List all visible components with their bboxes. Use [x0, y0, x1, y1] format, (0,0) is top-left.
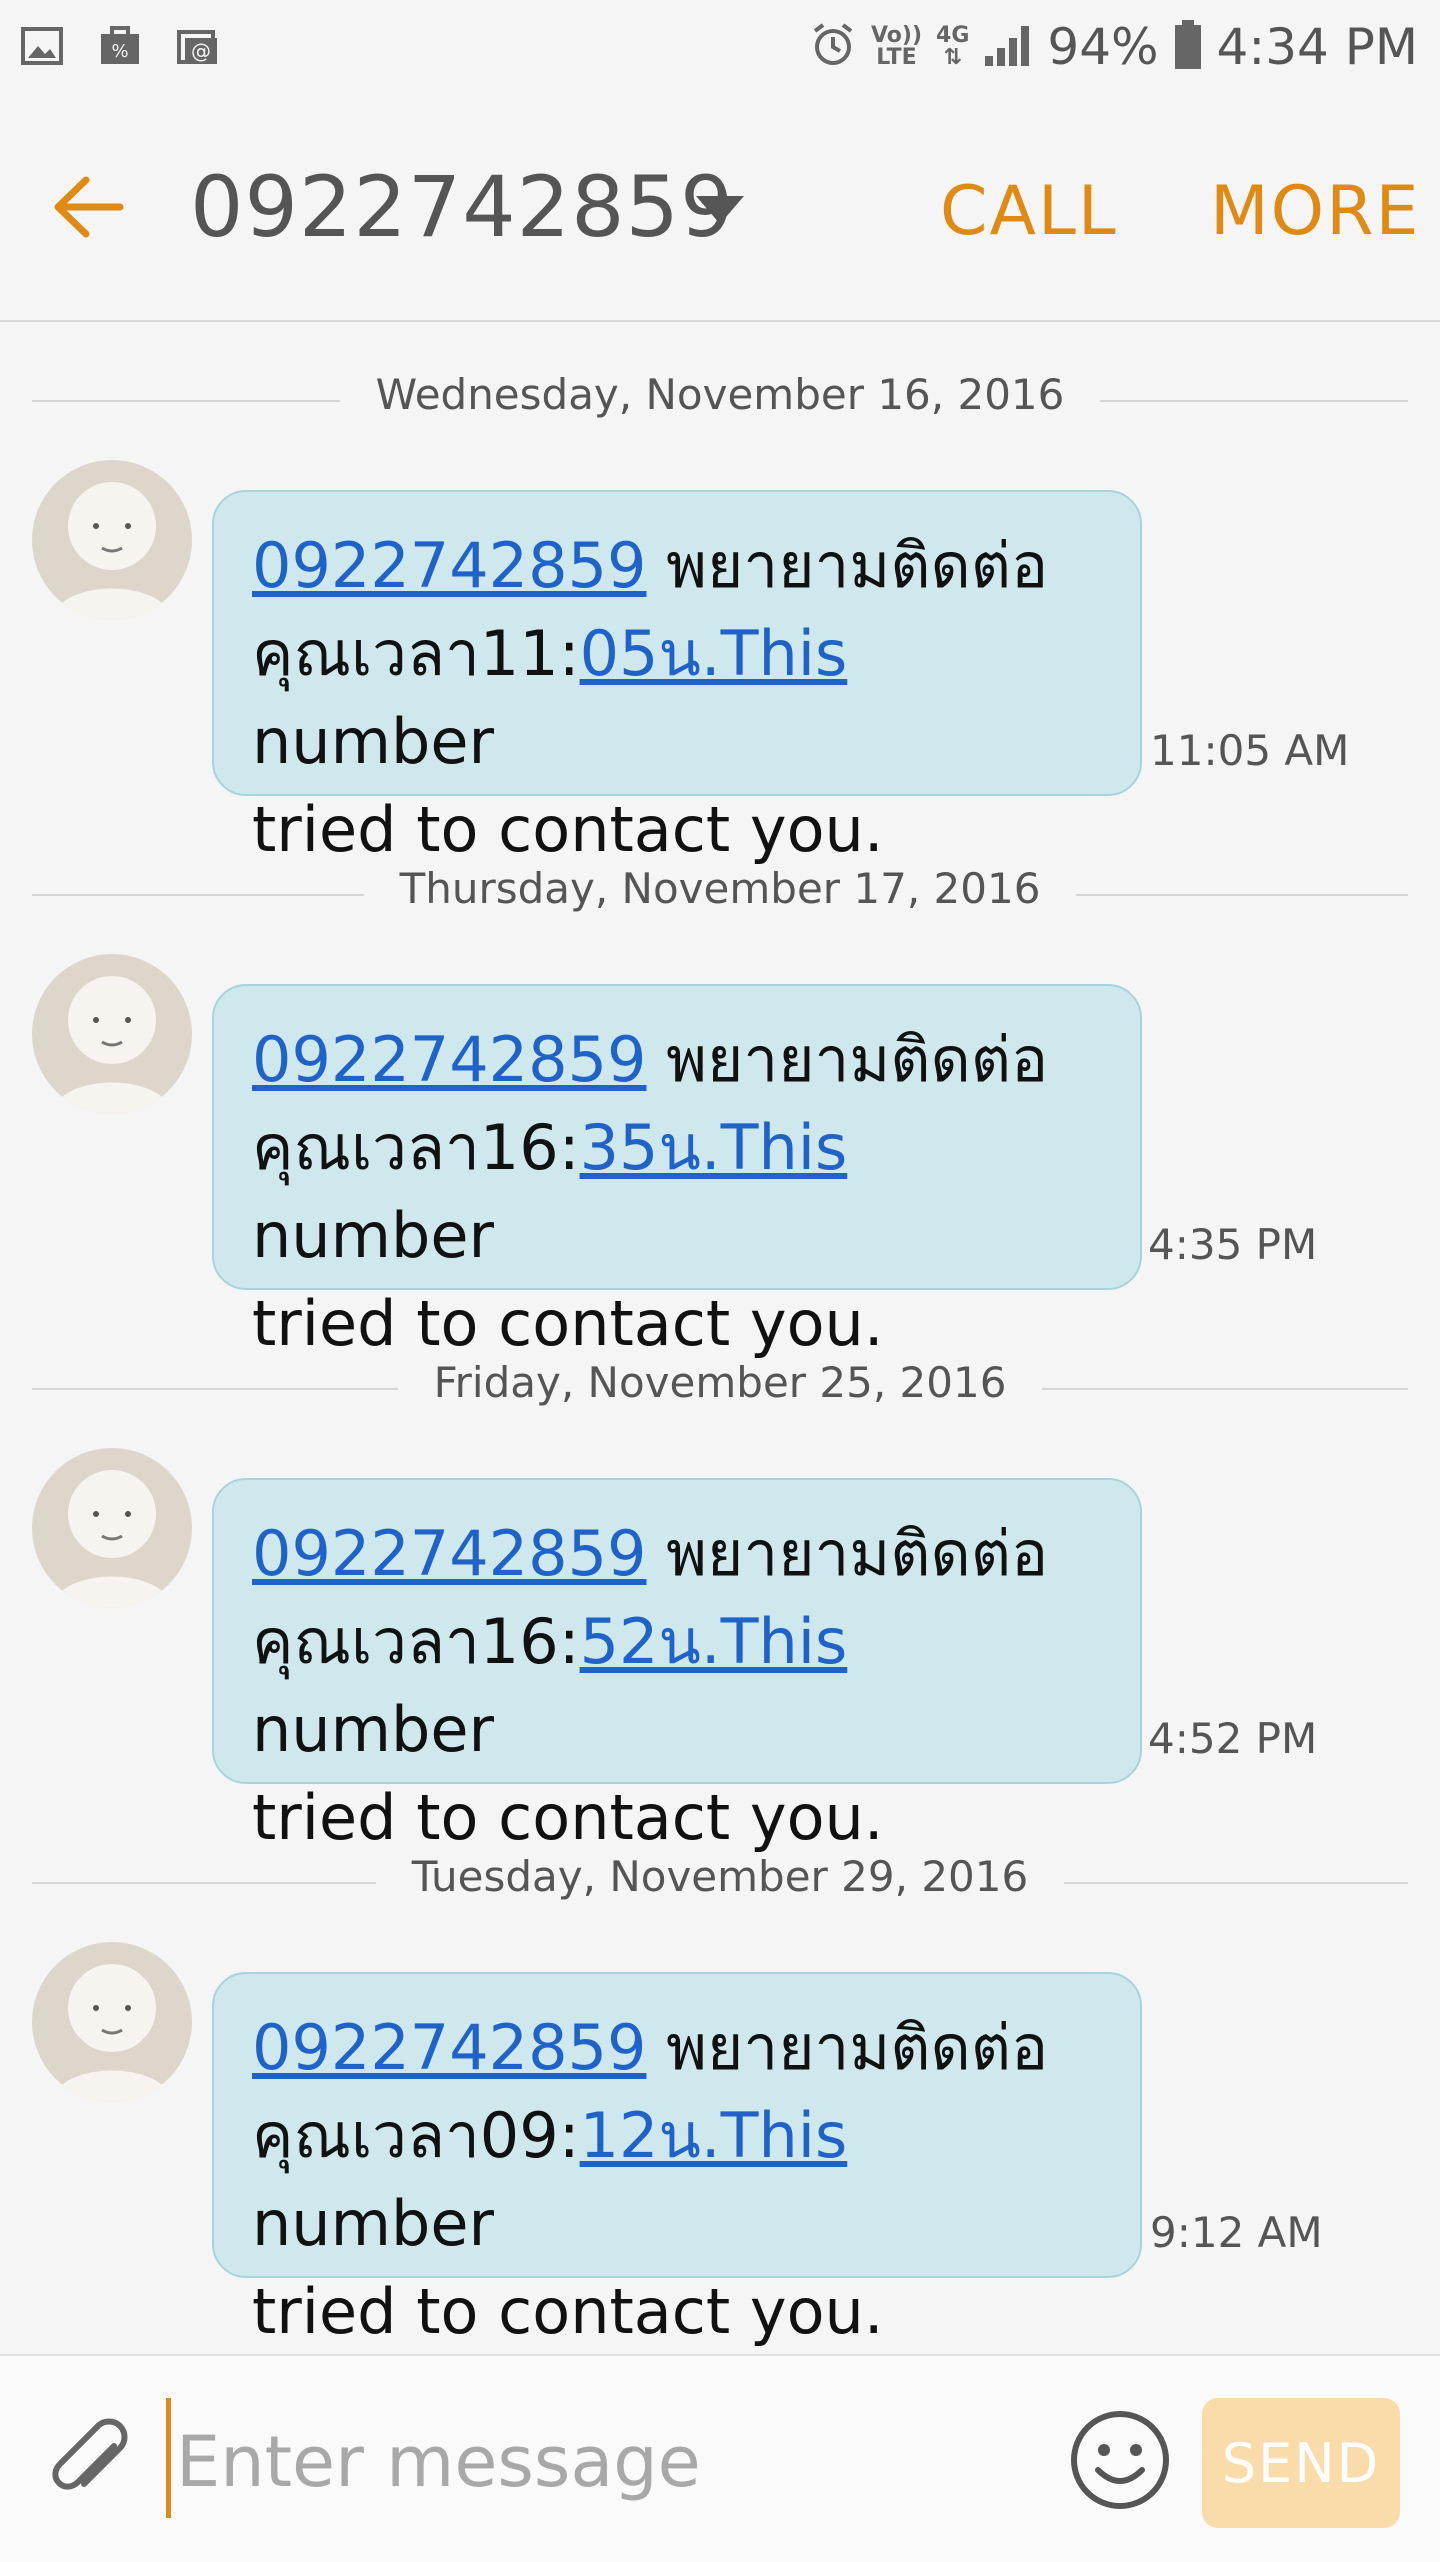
battery-icon	[1173, 20, 1203, 74]
message-item[interactable]: 0922742859 พยายามติดต่อ คุณเวลา09:12น.Th…	[0, 1942, 1440, 2348]
phone-link[interactable]: 0922742859	[252, 1517, 646, 1590]
message-text: คุณเวลา09:	[252, 2099, 580, 2172]
message-link[interactable]: 05น.This	[580, 617, 848, 690]
alarm-icon	[809, 21, 857, 73]
message-text: number	[252, 1199, 494, 1272]
message-text: คุณเวลา16:	[252, 1605, 580, 1678]
work-percent-notification-icon: %	[96, 22, 144, 70]
message-time: 9:12 AM	[1150, 2208, 1323, 2257]
message-text: tried to contact you.	[252, 793, 884, 866]
svg-text:%: %	[111, 41, 128, 62]
call-button[interactable]: CALL	[940, 172, 1118, 251]
signal-icon	[983, 22, 1033, 72]
message-time: 11:05 AM	[1150, 726, 1350, 775]
contact-title[interactable]: 0922742859	[190, 158, 734, 256]
message-text: พยายามติดต่อ	[646, 529, 1049, 602]
volte-icon: Vo)) LTE	[871, 25, 922, 69]
network-type-label: 4G	[936, 23, 970, 48]
avatar[interactable]	[32, 460, 192, 620]
volte-top: Vo))	[870, 23, 923, 48]
volte-bottom: LTE	[876, 45, 917, 70]
message-text: number	[252, 2187, 494, 2260]
message-text: number	[252, 705, 494, 778]
message-bubble[interactable]: 0922742859 พยายามติดต่อ คุณเวลา09:12น.Th…	[212, 1972, 1142, 2348]
date-label: Thursday, November 17, 2016	[363, 864, 1077, 913]
message-input[interactable]	[174, 2406, 1038, 2518]
conversation-header: 0922742859 CALL MORE	[0, 100, 1440, 322]
message-bubble[interactable]: 0922742859 พยายามติดต่อ คุณเวลา16:52น.Th…	[212, 1478, 1142, 1854]
date-divider: Friday, November 25, 2016	[32, 1358, 1408, 1418]
message-text: คุณเวลา11:	[252, 617, 580, 690]
message-link[interactable]: 52น.This	[580, 1605, 848, 1678]
message-text: number	[252, 1693, 494, 1766]
message-text: พยายามติดต่อ	[646, 1023, 1049, 1096]
avatar[interactable]	[32, 1942, 192, 2102]
emoji-icon[interactable]	[1068, 2408, 1172, 2512]
message-item[interactable]: 0922742859 พยายามติดต่อ คุณเวลา16:52น.Th…	[0, 1448, 1440, 1854]
date-label: Tuesday, November 29, 2016	[375, 1852, 1065, 1901]
avatar[interactable]	[32, 954, 192, 1114]
phone-link[interactable]: 0922742859	[252, 1023, 646, 1096]
date-label: Wednesday, November 16, 2016	[339, 370, 1101, 419]
send-button[interactable]: SEND	[1202, 2398, 1400, 2528]
message-text: พยายามติดต่อ	[646, 1517, 1049, 1590]
message-time: 4:35 PM	[1148, 1220, 1318, 1269]
avatar[interactable]	[32, 1448, 192, 1608]
text-cursor	[166, 2398, 171, 2518]
date-divider: Thursday, November 17, 2016	[32, 864, 1408, 924]
date-divider: Wednesday, November 16, 2016	[32, 370, 1408, 430]
more-button[interactable]: MORE	[1210, 172, 1420, 251]
message-text: tried to contact you.	[252, 1287, 884, 1360]
paperclip-icon[interactable]	[42, 2416, 142, 2516]
clock: 4:34 PM	[1216, 18, 1418, 76]
message-item[interactable]: 0922742859 พยายามติดต่อ คุณเวลา11:05น.Th…	[0, 460, 1440, 866]
email-notification-icon: @	[174, 22, 222, 70]
phone-link[interactable]: 0922742859	[252, 529, 646, 602]
message-text: tried to contact you.	[252, 2275, 884, 2348]
data-arrows-icon: ⇅	[943, 45, 962, 70]
network-type: 4G ⇅	[936, 25, 969, 69]
message-item[interactable]: 0922742859 พยายามติดต่อ คุณเวลา16:35น.Th…	[0, 954, 1440, 1360]
message-link[interactable]: 12น.This	[580, 2099, 848, 2172]
message-link[interactable]: 35น.This	[580, 1111, 848, 1184]
phone-link[interactable]: 0922742859	[252, 2011, 646, 2084]
message-composer: SEND	[0, 2354, 1440, 2562]
message-list[interactable]: Wednesday, November 16, 2016 0922742859 …	[0, 322, 1440, 2352]
battery-percent: 94%	[1047, 18, 1159, 76]
message-text: พยายามติดต่อ	[646, 2011, 1049, 2084]
status-bar: % @ Vo)) LTE 4G ⇅ 94% 4:34 PM	[0, 0, 1440, 100]
message-bubble[interactable]: 0922742859 พยายามติดต่อ คุณเวลา16:35น.Th…	[212, 984, 1142, 1360]
date-divider: Tuesday, November 29, 2016	[32, 1852, 1408, 1912]
message-text: คุณเวลา16:	[252, 1111, 580, 1184]
message-bubble[interactable]: 0922742859 พยายามติดต่อ คุณเวลา11:05น.Th…	[212, 490, 1142, 866]
chevron-down-icon[interactable]	[692, 190, 752, 240]
back-arrow-icon[interactable]	[50, 172, 150, 252]
gallery-notification-icon	[18, 22, 66, 70]
message-text: tried to contact you.	[252, 1781, 884, 1854]
message-time: 4:52 PM	[1148, 1714, 1318, 1763]
svg-text:@: @	[191, 39, 211, 63]
date-label: Friday, November 25, 2016	[397, 1358, 1043, 1407]
